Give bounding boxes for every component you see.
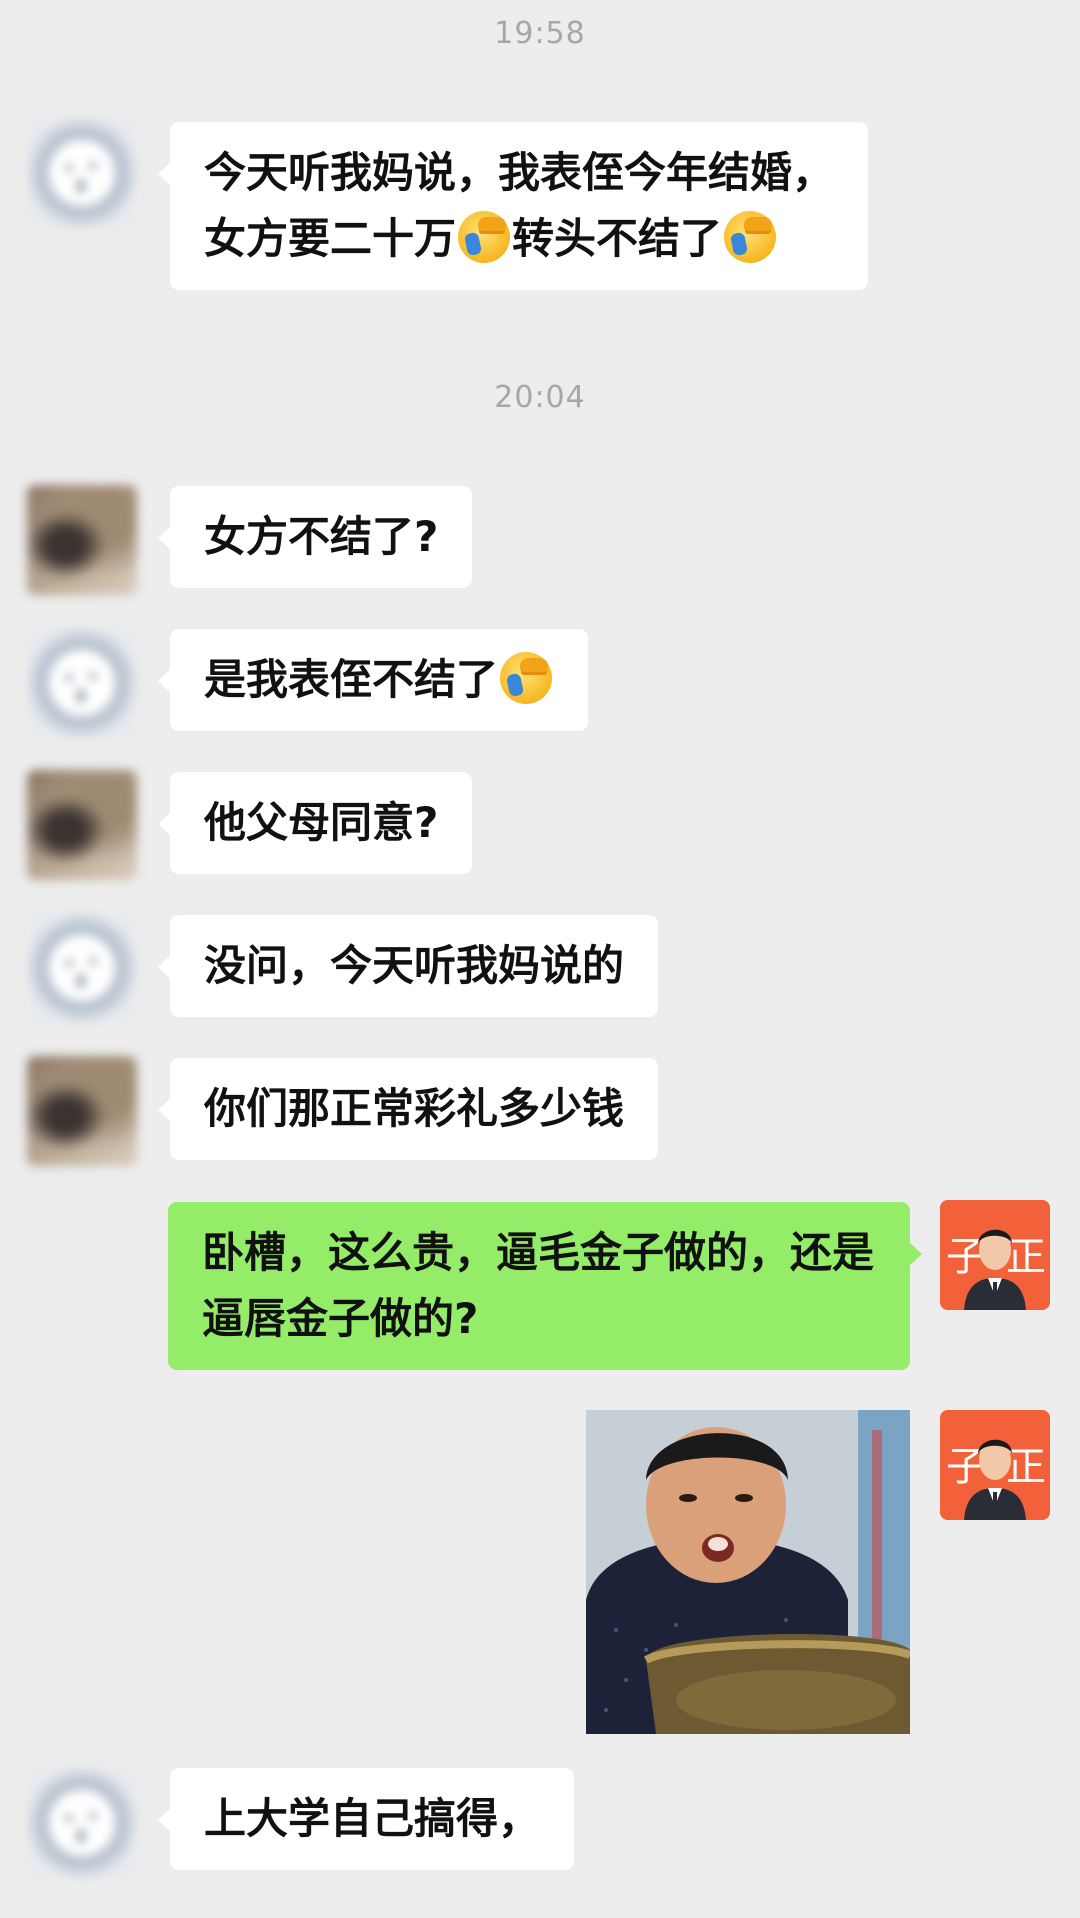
friend-avatar[interactable] <box>27 1056 137 1166</box>
contact-avatar[interactable] <box>27 118 137 228</box>
avatar-badge-char: 子 <box>946 1234 986 1280</box>
contact-avatar[interactable] <box>27 1768 137 1878</box>
message-text: 你们那正常彩礼多少钱 <box>204 1084 625 1133</box>
my-avatar-portrait-icon: 子 正 <box>940 1200 1050 1310</box>
message-text: 卧槽，这么贵，逼毛金子做的，还是逼唇金子做的? <box>202 1228 875 1343</box>
facepalm-emoji-icon <box>458 211 511 263</box>
contact-avatar-face-icon <box>39 130 125 216</box>
contact-avatar-face-icon <box>39 1780 125 1866</box>
sticker-image[interactable] <box>586 1410 910 1734</box>
facepalm-emoji-icon <box>724 211 777 263</box>
message-text: 没问，今天听我妈说的 <box>204 941 625 990</box>
message-text: 转头不结了 <box>512 214 723 263</box>
message-text: 是我表侄不结了 <box>204 655 499 704</box>
message-text: 上大学自己搞得， <box>204 1794 541 1843</box>
contact-avatar-face-icon <box>39 925 125 1011</box>
contact-avatar-face-icon <box>39 640 125 726</box>
message-text-line: 女方要二十万 转头不结了 <box>204 206 834 272</box>
timestamp: 20:04 <box>494 380 586 415</box>
message-text-line: 今天听我妈说，我表侄今年结婚， <box>204 148 835 197</box>
my-avatar-portrait-icon: 子 正 <box>940 1410 1050 1520</box>
message-text: 女方不结了? <box>204 512 439 561</box>
my-avatar[interactable]: 子 正 <box>940 1410 1050 1520</box>
message-bubble-outgoing[interactable]: 卧槽，这么贵，逼毛金子做的，还是逼唇金子做的? <box>168 1202 922 1370</box>
message-bubble-incoming[interactable]: 女方不结了? <box>157 486 473 588</box>
message-bubble-incoming[interactable]: 是我表侄不结了 <box>157 629 589 731</box>
message-bubble-incoming[interactable]: 你们那正常彩礼多少钱 <box>157 1058 659 1160</box>
message-bubble-incoming[interactable]: 没问，今天听我妈说的 <box>157 915 659 1017</box>
friend-avatar[interactable] <box>27 770 137 880</box>
message-bubble-incoming[interactable]: 上大学自己搞得， <box>157 1768 575 1870</box>
my-avatar[interactable]: 子 正 <box>940 1200 1050 1310</box>
sticker-man-with-pot-icon <box>586 1410 910 1734</box>
avatar-badge-char: 正 <box>1006 1234 1046 1280</box>
message-bubble-incoming[interactable]: 他父母同意? <box>157 772 473 874</box>
message-text: 他父母同意? <box>204 798 439 847</box>
contact-avatar[interactable] <box>27 628 137 738</box>
message-bubble-incoming[interactable]: 今天听我妈说，我表侄今年结婚， 女方要二十万 转头不结了 <box>157 122 869 290</box>
facepalm-emoji-icon <box>500 652 553 704</box>
avatar-badge-char: 子 <box>946 1444 986 1490</box>
timestamp: 19:58 <box>494 16 586 51</box>
friend-avatar[interactable] <box>27 485 137 595</box>
message-text: 女方要二十万 <box>204 214 457 263</box>
avatar-badge-char: 正 <box>1006 1444 1046 1490</box>
contact-avatar[interactable] <box>27 913 137 1023</box>
